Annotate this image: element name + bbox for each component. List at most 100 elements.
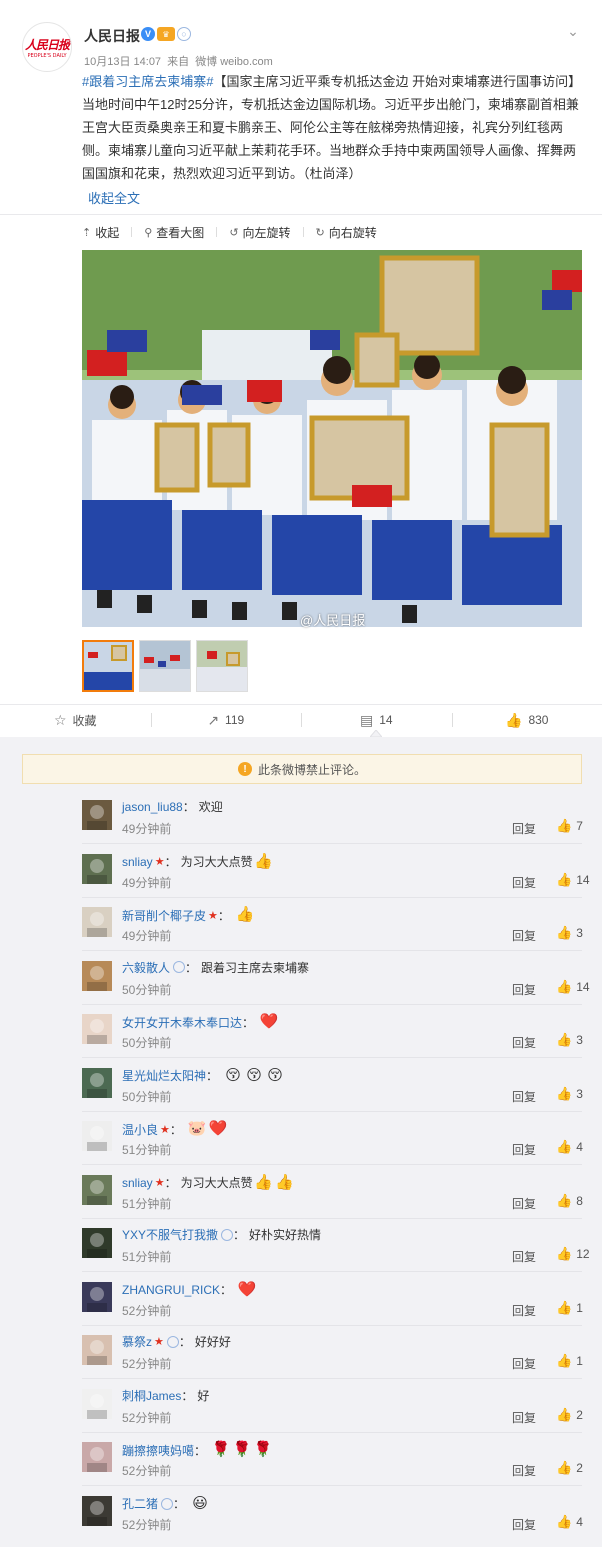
avatar[interactable]: [82, 1121, 112, 1151]
comment-like-button[interactable]: 👍 1: [556, 1353, 583, 1369]
reply-button[interactable]: 回复: [512, 1409, 536, 1426]
star-icon[interactable]: ★: [160, 1123, 170, 1136]
comments-disabled-notice: ! 此条微博禁止评论。: [22, 754, 582, 784]
reply-button[interactable]: 回复: [512, 1355, 536, 1372]
reply-button[interactable]: 回复: [512, 981, 536, 998]
comment-like-button[interactable]: 👍 8: [556, 1193, 583, 1209]
reply-button[interactable]: 回复: [512, 1248, 536, 1265]
avatar[interactable]: [82, 1014, 112, 1044]
reply-button[interactable]: 回复: [512, 1195, 536, 1212]
avatar[interactable]: [82, 853, 112, 884]
reply-button[interactable]: 回复: [512, 1034, 536, 1051]
avatar[interactable]: [82, 1281, 112, 1312]
commenter-name[interactable]: 温小良: [122, 1121, 158, 1138]
reply-button[interactable]: 回复: [512, 1462, 536, 1479]
commenter-name[interactable]: 六毅散人: [122, 959, 170, 976]
commenter-name[interactable]: 蹦擦擦咦妈噶: [122, 1442, 194, 1459]
comment-like-button[interactable]: 👍 1: [556, 1300, 583, 1316]
like-icon: 👍: [556, 978, 573, 994]
commenter-name[interactable]: 女开女开木奉木奉口达: [122, 1014, 242, 1031]
thumbnail-2[interactable]: [139, 640, 191, 692]
comment-like-count: 1: [576, 1300, 583, 1315]
colon: ：: [242, 1015, 255, 1030]
star-icon[interactable]: ★: [155, 1176, 165, 1189]
post-photo[interactable]: [82, 250, 582, 627]
repost-button[interactable]: ↗ 119: [150, 705, 302, 735]
post-source[interactable]: 微博 weibo.com: [195, 56, 273, 68]
star-icon[interactable]: ★: [208, 909, 218, 922]
reply-button[interactable]: 回复: [512, 820, 536, 837]
author-name[interactable]: 人民日报: [84, 26, 140, 46]
avatar-image: [82, 960, 112, 991]
verified-icon[interactable]: V: [141, 27, 155, 41]
commenter-name[interactable]: 刺桐James: [122, 1387, 181, 1404]
avatar[interactable]: [82, 1174, 112, 1205]
commenter-name[interactable]: snliay: [122, 1176, 153, 1190]
collapse-media-button[interactable]: ⇡ 收起: [82, 224, 119, 241]
post-date[interactable]: 10月13日 14:07: [84, 56, 161, 68]
comment-like-button[interactable]: 👍 14: [556, 979, 590, 995]
commenter-name[interactable]: 孔二猪: [122, 1495, 158, 1512]
comment-body: 为习大大点赞 👍 👍: [181, 1173, 295, 1193]
ring-icon[interactable]: [221, 1228, 234, 1241]
ring-icon[interactable]: [166, 1335, 179, 1348]
reply-button[interactable]: 回复: [512, 927, 536, 944]
star-icon[interactable]: ★: [154, 1335, 164, 1348]
rotate-right-button[interactable]: ↻ 向右旋转: [316, 224, 377, 241]
rotate-left-button[interactable]: ↺ 向左旋转: [229, 224, 290, 241]
collapse-text-link[interactable]: 收起全文: [88, 188, 140, 207]
reply-button[interactable]: 回复: [512, 1516, 536, 1533]
avatar[interactable]: [82, 1067, 112, 1098]
ring-icon[interactable]: [173, 961, 186, 973]
ring-icon[interactable]: ○: [177, 27, 191, 41]
commenter-name[interactable]: 星光灿烂太阳神: [122, 1067, 206, 1084]
reply-button[interactable]: 回复: [512, 1302, 536, 1319]
star-icon[interactable]: ★: [155, 855, 165, 868]
comment-body: 跟着习主席去柬埔寨: [201, 959, 309, 976]
comment-like-button[interactable]: 👍 7: [556, 818, 583, 834]
vip-icon[interactable]: ♛: [157, 27, 175, 41]
commenter-name[interactable]: snliay: [122, 855, 153, 869]
thumbnail-3[interactable]: [196, 640, 248, 692]
reply-button[interactable]: 回复: [512, 1088, 536, 1105]
comment-like-button[interactable]: 👍 4: [556, 1139, 583, 1155]
comment-like-button[interactable]: 👍 3: [556, 925, 583, 941]
comment-row: 孔二猪 ： 😃 52分钟前 回复 👍 4: [0, 1486, 602, 1540]
avatar[interactable]: [82, 1442, 112, 1472]
comment-like-button[interactable]: 👍 3: [556, 1032, 583, 1048]
comment-like-button[interactable]: 👍 4: [556, 1514, 583, 1530]
commenter-name[interactable]: 慕祭z: [122, 1333, 152, 1350]
reply-button[interactable]: 回复: [512, 1141, 536, 1158]
like-icon: 👍: [556, 1513, 573, 1529]
commenter-name[interactable]: jason_liu88: [122, 800, 183, 814]
colon: ：: [194, 1443, 207, 1458]
comment-like-button[interactable]: 👍 12: [556, 1246, 590, 1262]
avatar[interactable]: [82, 1495, 112, 1526]
favorite-button[interactable]: ☆ 收藏: [0, 705, 151, 735]
like-icon: 👍: [556, 1139, 573, 1154]
commenter-name[interactable]: 新哥削个椰子皮: [122, 907, 206, 924]
topic-link[interactable]: #跟着习主席去柬埔寨#: [82, 74, 213, 89]
ring-icon[interactable]: [161, 1497, 174, 1510]
reply-button[interactable]: 回复: [512, 874, 536, 891]
avatar[interactable]: [82, 800, 112, 830]
commenter-name[interactable]: ZHANGRUI_RICK: [122, 1283, 220, 1297]
like-button[interactable]: 👍 830: [451, 705, 602, 735]
avatar[interactable]: [82, 1335, 112, 1365]
commenter-name[interactable]: YXY不服气打我撒: [122, 1226, 218, 1243]
comment-like-button[interactable]: 👍 2: [556, 1460, 583, 1476]
avatar-image: [82, 1067, 112, 1098]
chevron-down-icon[interactable]: ⌄: [564, 22, 582, 40]
comment-like-button[interactable]: 👍 2: [556, 1407, 583, 1423]
avatar[interactable]: [82, 1388, 112, 1419]
avatar[interactable]: [82, 960, 112, 991]
thumbnail-1[interactable]: [82, 640, 134, 692]
comment-like-button[interactable]: 👍 14: [556, 872, 590, 888]
avatar[interactable]: [82, 907, 112, 937]
comment-like-button[interactable]: 👍 3: [556, 1086, 583, 1102]
author-avatar[interactable]: 人民日报 PEOPLE'S DAILY: [22, 22, 72, 72]
view-large-button[interactable]: ⚲ 查看大图: [144, 224, 204, 241]
avatar[interactable]: [82, 1228, 112, 1258]
avatar-image: [82, 800, 112, 830]
avatar-image: [82, 1495, 112, 1526]
